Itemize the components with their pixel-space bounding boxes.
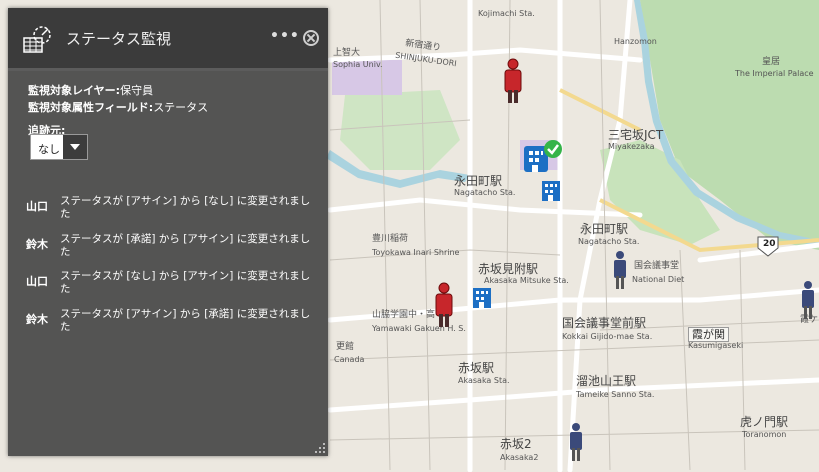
label-miyakezaka: 三宅坂JCT [608,128,664,142]
log-user: 鈴木 [26,238,48,251]
close-icon[interactable] [303,30,319,46]
label-akasakamitsuke: 赤坂見附駅 [478,262,539,276]
status-monitor-icon [23,26,51,53]
label-imperial-palace: The Imperial Palace [735,69,814,78]
label-miyakezaka-en: Miyakezaka [608,142,655,151]
label-ebi: 更館 [336,342,355,352]
label-akasaka: 赤坂駅 [458,361,495,375]
field-label: 監視対象属性フィールド: [28,101,154,114]
label-kokyo: 皇居 [762,57,781,67]
label-tameike: 溜池山王駅 [576,374,637,388]
label-toranomon: 虎ノ門駅 [740,415,789,429]
panel-header: ステータス監視 ••• [8,8,328,71]
field-info: 監視対象属性フィールド:ステータス [28,99,208,115]
log-message: ステータスが [アサイン] から [承諾] に変更されました [60,308,311,333]
label-kokkaigijido-en: Kokkai Gijido-mae Sta. [562,332,653,341]
label-toyokawa: 豊川稲荷 [372,234,409,244]
worker-marker-red[interactable] [433,282,455,328]
log-message: ステータスが [なし] から [アサイン] に変更されました [60,270,311,295]
follow-select-value: なし [38,143,60,156]
building-marker[interactable] [472,287,492,309]
worker-marker-blue[interactable] [612,250,628,290]
log-user: 山口 [26,275,48,288]
label-nagatacho: 永田町駅 [454,174,503,188]
label-kasumigaseki-en: Kasumigaseki [688,341,744,350]
label-kasumigaseki: 霞が関 [688,327,729,342]
label-nagatacho-2: 永田町駅 [580,222,629,236]
chevron-down-icon[interactable] [63,135,87,159]
label-toranomon-en: Toranomon [742,430,787,439]
status-monitor-panel: ステータス監視 ••• 監視対象レイヤー:保守員 監視対象属性フィールド:ステー… [8,8,328,456]
label-toyokawa-en: Toyokawa Inari Shrine [372,248,460,257]
label-kojimachi: Kojimachi Sta. [478,9,535,18]
worker-marker-blue[interactable] [568,422,584,462]
label-yamawaki: 山脇学園中・高 [372,310,436,320]
label-kokkaigijido: 国会議事堂前駅 [562,316,647,330]
label-akasaka2-en: Akasaka2 [500,453,539,462]
log-message: ステータスが [アサイン] から [なし] に変更されました [60,195,311,220]
label-tameike-en: Tameike Sanno Sta. [576,390,655,399]
layer-info: 監視対象レイヤー:保守員 [28,82,153,98]
label-canada: Canada [334,355,365,364]
label-akasaka2: 赤坂2 [500,437,532,451]
field-value: ステータス [153,101,209,114]
label-hanzomon: Hanzomon [614,37,657,46]
log-message: ステータスが [承諾] から [アサイン] に変更されました [60,233,311,258]
log-user: 鈴木 [26,313,48,326]
log-user: 山口 [26,200,48,213]
worker-marker-blue[interactable] [800,280,816,320]
label-nagatacho-en: Nagatacho Sta. [454,188,516,197]
label-national-diet: National Diet [632,275,685,284]
layer-value: 保守員 [120,84,154,97]
route-20-shield: 20 [763,239,776,249]
label-akasaka-en: Akasaka Sta. [458,376,510,385]
layer-label: 監視対象レイヤー: [28,84,121,97]
resize-handle-icon[interactable] [314,442,326,454]
more-options-icon[interactable]: ••• [270,28,300,44]
follow-select[interactable]: なし [30,134,88,160]
label-sophia-ja: 上智大 [333,48,361,58]
building-marker[interactable] [541,180,561,202]
panel-title: ステータス監視 [66,30,172,48]
worker-marker-red[interactable] [502,58,524,104]
label-nagatacho-2-en: Nagatacho Sta. [578,237,640,246]
label-sophia-en: Sophia Univ. [333,60,383,69]
label-akasakamitsuke-en: Akasaka Mitsuke Sta. [484,276,569,285]
building-marker-checked[interactable] [522,140,566,174]
label-kokkai: 国会議事堂 [634,261,680,271]
